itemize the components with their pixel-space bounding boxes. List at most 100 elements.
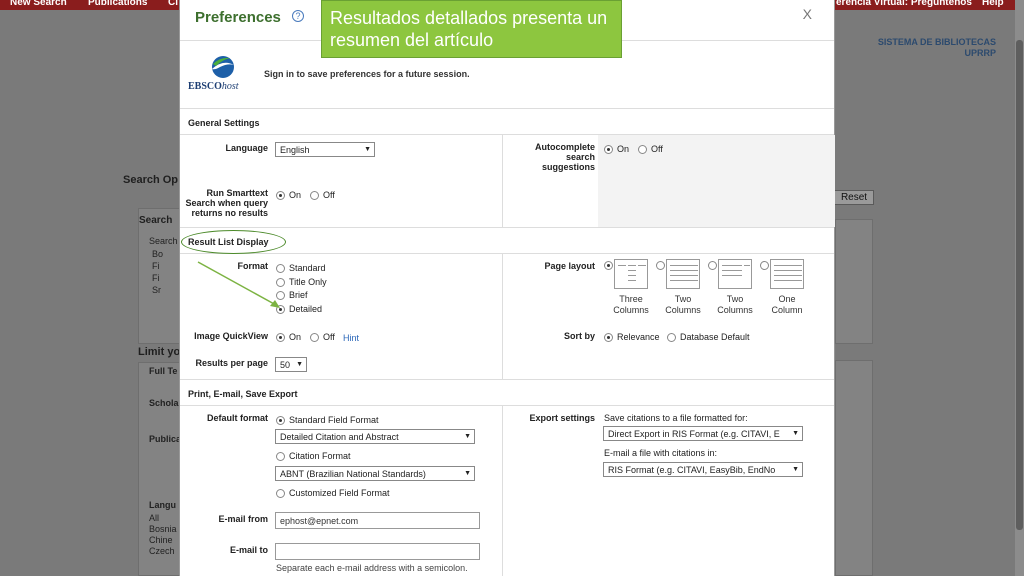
nav-virtual-reference[interactable]: erencia Virtual: Pregúntenos bbox=[836, 0, 972, 8]
ebsco-wordmark: EBSCOhost bbox=[188, 81, 239, 92]
autocomplete-on-option[interactable]: On bbox=[604, 144, 629, 154]
chevron-down-icon: ▼ bbox=[792, 466, 799, 473]
standard-field-option[interactable]: Standard Field Format bbox=[276, 415, 379, 425]
format-title-only-label: Title Only bbox=[289, 277, 327, 287]
layout-three-radio-wrap[interactable] bbox=[604, 261, 613, 270]
save-citations-select[interactable]: Direct Export in RIS Format (e.g. CITAVI… bbox=[603, 426, 803, 441]
email-citations-select[interactable]: RIS Format (e.g. CITAVI, EasyBib, EndNo ▼ bbox=[603, 462, 803, 477]
sort-relevance-radio[interactable] bbox=[604, 332, 613, 342]
smarttext-off-label: Off bbox=[323, 190, 335, 200]
standard-field-radio[interactable] bbox=[276, 415, 285, 425]
layout-two-b-cap-2: Columns bbox=[717, 305, 753, 315]
layout-three-columns-icon[interactable] bbox=[614, 259, 648, 289]
layout-two-b-radio-wrap[interactable] bbox=[708, 261, 717, 270]
system-name-line-2: UPRRP bbox=[964, 48, 996, 58]
limit-full-text: Full Te bbox=[149, 366, 178, 376]
search-mode-1[interactable]: Bo bbox=[152, 249, 163, 259]
hint-link[interactable]: Hint bbox=[343, 333, 359, 343]
page-scrollbar[interactable] bbox=[1015, 0, 1024, 576]
search-options-heading: Search Op bbox=[123, 174, 179, 186]
sort-label: Sort by bbox=[563, 331, 595, 341]
help-icon[interactable]: ? bbox=[292, 10, 304, 22]
citation-format-option[interactable]: Citation Format bbox=[276, 451, 351, 461]
autocomplete-label-2: search bbox=[565, 152, 595, 162]
quickview-off-option[interactable]: Off bbox=[310, 332, 335, 342]
signin-text: Sign in to save preferences for a future… bbox=[264, 69, 470, 79]
annotation-ellipse bbox=[181, 230, 286, 254]
standard-field-select[interactable]: Detailed Citation and Abstract ▼ bbox=[275, 429, 475, 444]
nav-help[interactable]: Help bbox=[982, 0, 1004, 8]
language-chinese[interactable]: Chine bbox=[149, 535, 173, 545]
page-layout-label: Page layout bbox=[544, 261, 595, 271]
reset-button[interactable]: Reset bbox=[834, 190, 874, 205]
logo-sub-text: host bbox=[221, 81, 239, 92]
citation-format-select[interactable]: ABNT (Brazilian National Standards) ▼ bbox=[275, 466, 475, 481]
customized-field-radio[interactable] bbox=[276, 488, 285, 498]
layout-two-columns-a-icon[interactable] bbox=[666, 259, 700, 289]
language-all[interactable]: All bbox=[149, 513, 159, 523]
layout-one-column-icon[interactable] bbox=[770, 259, 804, 289]
autocomplete-label-1: Autocomplete bbox=[534, 142, 595, 152]
smarttext-label: Run Smarttext Search when query returns … bbox=[180, 188, 268, 218]
autocomplete-on-label: On bbox=[617, 144, 630, 154]
smarttext-off-option[interactable]: Off bbox=[310, 190, 335, 200]
autocomplete-on-radio[interactable] bbox=[604, 144, 613, 154]
right-panel bbox=[835, 219, 873, 344]
layout-one-radio-wrap[interactable] bbox=[760, 261, 769, 270]
sort-database-option[interactable]: Database Default bbox=[667, 332, 750, 342]
annotation-arrow-icon bbox=[197, 261, 280, 308]
layout-two-a-radio-wrap[interactable] bbox=[656, 261, 665, 270]
layout-three-radio[interactable] bbox=[604, 261, 613, 270]
email-from-input[interactable]: ephost@epnet.com bbox=[275, 512, 480, 529]
layout-two-a-radio[interactable] bbox=[656, 261, 665, 270]
language-bosnian[interactable]: Bosnia bbox=[149, 524, 177, 534]
layout-two-b-caption: Two Columns bbox=[709, 294, 761, 316]
smarttext-on-radio[interactable] bbox=[276, 190, 285, 200]
results-per-page-select[interactable]: 50 ▼ bbox=[275, 357, 307, 372]
print-title: Print, E-mail, Save Export bbox=[180, 380, 834, 406]
general-divider bbox=[502, 135, 503, 227]
sort-relevance-option[interactable]: Relevance bbox=[604, 332, 660, 342]
close-icon[interactable]: X bbox=[803, 6, 812, 22]
citation-format-label: Citation Format bbox=[289, 451, 351, 461]
smarttext-label-3: returns no results bbox=[191, 208, 268, 218]
scrollbar-thumb[interactable] bbox=[1016, 40, 1023, 530]
language-select[interactable]: English ▼ bbox=[275, 142, 375, 157]
quickview-on-radio[interactable] bbox=[276, 332, 285, 342]
chevron-down-icon: ▼ bbox=[364, 146, 371, 153]
nav-truncated[interactable]: Ci bbox=[168, 0, 178, 8]
autocomplete-off-radio[interactable] bbox=[638, 144, 647, 154]
email-to-input[interactable] bbox=[275, 543, 480, 560]
general-settings-title: General Settings bbox=[180, 109, 834, 135]
layout-three-cap-1: Three bbox=[619, 294, 643, 304]
sort-database-radio[interactable] bbox=[667, 332, 676, 342]
quickview-on-label: On bbox=[289, 332, 302, 342]
nav-publications[interactable]: Publications bbox=[88, 0, 147, 8]
ebsco-logo: EBSCOhost bbox=[188, 55, 258, 95]
layout-three-cap-2: Columns bbox=[613, 305, 649, 315]
layout-two-b-cap-1: Two bbox=[726, 294, 744, 304]
layout-one-cap-2: Column bbox=[771, 305, 803, 315]
quickview-off-label: Off bbox=[323, 332, 335, 342]
citation-format-radio[interactable] bbox=[276, 451, 285, 461]
layout-two-b-radio[interactable] bbox=[708, 261, 717, 270]
search-mode-2[interactable]: Fi bbox=[152, 261, 160, 271]
quickview-off-radio[interactable] bbox=[310, 332, 319, 342]
layout-one-radio[interactable] bbox=[760, 261, 769, 270]
search-mode-3[interactable]: Fi bbox=[152, 273, 160, 283]
customized-field-option[interactable]: Customized Field Format bbox=[276, 488, 390, 498]
nav-new-search[interactable]: New Search bbox=[10, 0, 67, 8]
smarttext-on-option[interactable]: On bbox=[276, 190, 301, 200]
smarttext-off-radio[interactable] bbox=[310, 190, 319, 200]
export-settings-label: Export settings bbox=[529, 413, 595, 423]
citation-format-select-value: ABNT (Brazilian National Standards) bbox=[280, 469, 426, 479]
autocomplete-off-option[interactable]: Off bbox=[638, 144, 663, 154]
print-body: Default format Standard Field Format Det… bbox=[180, 406, 834, 576]
layout-two-columns-b-icon[interactable] bbox=[718, 259, 752, 289]
quickview-on-option[interactable]: On bbox=[276, 332, 301, 342]
search-mode-4[interactable]: Sr bbox=[152, 285, 161, 295]
language-czech[interactable]: Czech bbox=[149, 546, 175, 556]
save-citations-text: Save citations to a file formatted for: bbox=[604, 413, 748, 423]
limit-publication: Publica bbox=[149, 434, 182, 444]
chevron-down-icon: ▼ bbox=[464, 433, 471, 440]
